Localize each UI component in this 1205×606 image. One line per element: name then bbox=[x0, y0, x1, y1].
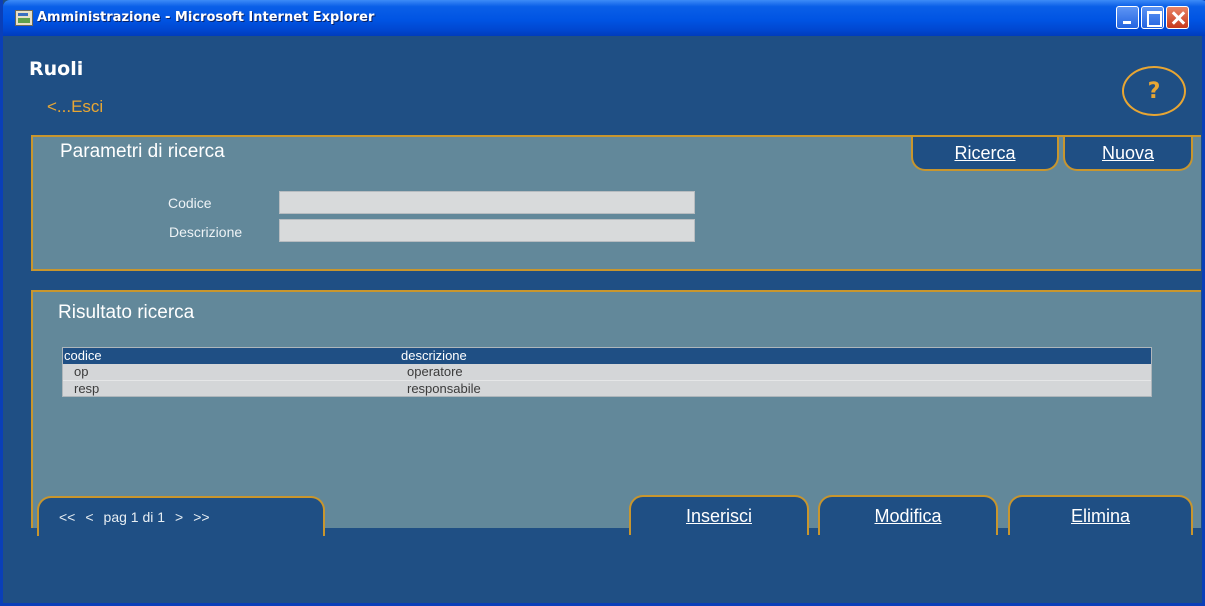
cell-descrizione: operatore bbox=[407, 364, 463, 379]
first-page-button[interactable]: << bbox=[59, 509, 75, 525]
cell-codice: resp bbox=[74, 381, 100, 396]
tab-ricerca[interactable]: Ricerca bbox=[911, 137, 1059, 171]
descrizione-field[interactable] bbox=[279, 219, 695, 242]
elimina-button[interactable]: Elimina bbox=[1008, 495, 1193, 535]
last-page-button[interactable]: >> bbox=[193, 509, 209, 525]
table-row[interactable]: resp responsabile bbox=[63, 380, 1151, 396]
ie-page-icon bbox=[15, 10, 33, 26]
browser-window: Amministrazione - Microsoft Internet Exp… bbox=[0, 0, 1205, 606]
previous-page-button[interactable]: < bbox=[85, 509, 93, 525]
results-panel: Risultato ricerca codice descrizione op … bbox=[31, 290, 1201, 528]
minimize-button[interactable] bbox=[1116, 6, 1139, 29]
codice-field[interactable] bbox=[279, 191, 695, 214]
search-panel-title: Parametri di ricerca bbox=[60, 141, 225, 162]
column-header-codice[interactable]: codice bbox=[63, 348, 401, 364]
table-row[interactable]: op operatore bbox=[63, 364, 1151, 380]
tab-nuova[interactable]: Nuova bbox=[1063, 137, 1193, 171]
next-page-button[interactable]: > bbox=[175, 509, 183, 525]
results-panel-title: Risultato ricerca bbox=[58, 302, 195, 323]
modifica-button[interactable]: Modifica bbox=[818, 495, 998, 535]
table-header-row: codice descrizione bbox=[63, 348, 1151, 364]
descrizione-label: Descrizione bbox=[169, 224, 243, 240]
column-header-descrizione[interactable]: descrizione bbox=[401, 348, 1151, 364]
page-title: Ruoli bbox=[29, 58, 84, 80]
cell-codice: op bbox=[74, 364, 89, 379]
exit-link[interactable]: <...Esci bbox=[47, 97, 103, 117]
title-bar: Amministrazione - Microsoft Internet Exp… bbox=[3, 0, 1205, 36]
maximize-button[interactable] bbox=[1141, 6, 1164, 29]
pagination-bar: << < pag 1 di 1 > >> bbox=[37, 496, 325, 536]
inserisci-button[interactable]: Inserisci bbox=[629, 495, 809, 535]
page-indicator: pag 1 di 1 bbox=[103, 509, 166, 525]
window-title: Amministrazione - Microsoft Internet Exp… bbox=[37, 10, 375, 25]
codice-label: Codice bbox=[168, 195, 212, 211]
help-icon: ? bbox=[1147, 78, 1161, 104]
results-table: codice descrizione op operatore resp res… bbox=[62, 347, 1152, 397]
close-button[interactable] bbox=[1166, 6, 1189, 29]
help-button[interactable]: ? bbox=[1122, 66, 1186, 116]
search-panel: Parametri di ricerca Ricerca Nuova Codic… bbox=[31, 135, 1201, 271]
cell-descrizione: responsabile bbox=[407, 381, 481, 396]
